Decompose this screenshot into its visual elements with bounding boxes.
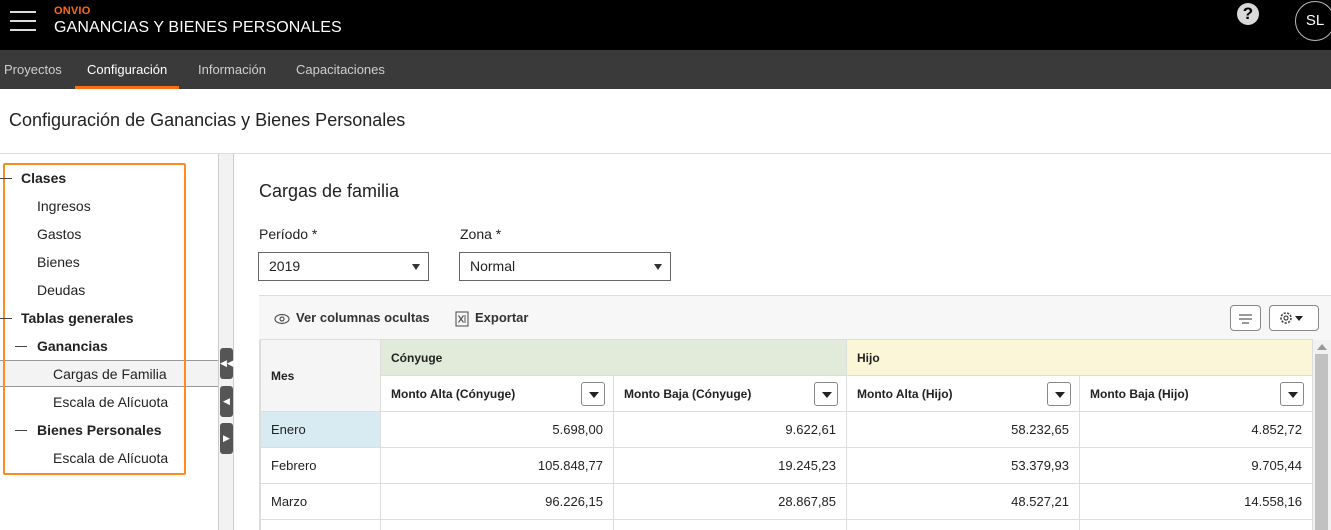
cargas-familia-grid: Mes Cónyuge Hijo Monto Alta (Cónyuge) Mo…	[260, 339, 1313, 530]
cell-value[interactable]: 105.848,77	[380, 447, 614, 484]
grid-settings-button[interactable]	[1269, 305, 1319, 331]
tab-capacitaciones[interactable]: Capacitaciones	[292, 50, 389, 89]
tree-item-clases[interactable]: Clases	[21, 170, 66, 186]
cell-mes[interactable]: Marzo	[260, 483, 381, 520]
cell-value[interactable]: 53.379,93	[846, 447, 1080, 484]
cell-value[interactable]	[846, 519, 1080, 530]
scrollbar-thumb[interactable]	[1315, 354, 1328, 530]
cell-mes[interactable]: Enero	[260, 411, 381, 448]
tab-proyectos[interactable]: Proyectos	[0, 50, 66, 89]
table-row[interactable]: Enero 5.698,00 9.622,61 58.232,65 4.852,…	[260, 411, 1313, 448]
density-button[interactable]	[1230, 305, 1261, 331]
main-nav: Proyectos Configuración Información Capa…	[0, 50, 1331, 89]
section-title: Cargas de familia	[259, 181, 400, 201]
export-label: Exportar	[475, 310, 529, 325]
cell-value[interactable]: 48.527,21	[846, 483, 1080, 520]
grid-toolbar: Ver columnas ocultas Exportar	[259, 296, 1331, 340]
table-row[interactable]: Marzo 96.226,15 28.867,85 48.527,21 14.5…	[260, 483, 1313, 520]
header-label: Monto Alta (Cónyuge)	[391, 386, 516, 401]
header-monto-alta-hijo[interactable]: Monto Alta (Hijo)	[846, 375, 1080, 412]
periodo-label: Período *	[259, 226, 318, 242]
tree-line	[0, 178, 12, 179]
scroll-up-icon[interactable]	[1317, 344, 1327, 350]
cell-value[interactable]: 14.558,16	[1079, 483, 1313, 520]
periodo-value: 2019	[269, 258, 301, 274]
tab-configuracion[interactable]: Configuración	[75, 50, 180, 89]
show-hidden-columns-button[interactable]: Ver columnas ocultas	[274, 296, 430, 340]
tree-item-escala-alicuota-bp[interactable]: Escala de Alícuota	[53, 450, 168, 466]
app-header: ONVIO GANANCIAS Y BIENES PERSONALES ? SL	[0, 0, 1331, 50]
user-avatar[interactable]: SL	[1295, 1, 1331, 41]
zona-select[interactable]: Normal	[459, 252, 671, 281]
collapse-all-icon[interactable]: ◀◀	[220, 348, 234, 379]
header-monto-alta-conyuge[interactable]: Monto Alta (Cónyuge)	[380, 375, 614, 412]
tab-informacion[interactable]: Información	[194, 50, 270, 89]
tree-item-bienes-personales[interactable]: Bienes Personales	[37, 422, 162, 438]
periodo-select[interactable]: 2019	[258, 252, 429, 281]
header-group-conyuge: Cónyuge	[380, 339, 847, 376]
tree-item-deudas[interactable]: Deudas	[37, 282, 85, 298]
tree-line	[15, 346, 27, 347]
header-label: Monto Baja (Cónyuge)	[624, 386, 752, 401]
tree-item-ganancias[interactable]: Ganancias	[37, 338, 108, 354]
tree-line	[15, 430, 27, 431]
cell-value[interactable]: 9.622,61	[613, 411, 847, 448]
header-monto-baja-hijo[interactable]: Monto Baja (Hijo)	[1079, 375, 1313, 412]
tree-item-bienes[interactable]: Bienes	[37, 254, 80, 270]
header-label: Monto Baja (Hijo)	[1090, 386, 1189, 401]
cell-value[interactable]: 28.867,85	[613, 483, 847, 520]
cell-value[interactable]	[380, 519, 614, 530]
divider	[0, 153, 1331, 154]
chevron-down-icon	[412, 264, 420, 270]
grid-scrollbar[interactable]	[1313, 340, 1331, 530]
cell-value[interactable]	[1079, 519, 1313, 530]
tree-item-gastos[interactable]: Gastos	[37, 226, 81, 242]
column-menu-button[interactable]	[1047, 382, 1071, 406]
zona-value: Normal	[470, 258, 516, 274]
cell-value[interactable]: 5.698,00	[380, 411, 614, 448]
cell-mes[interactable]	[260, 519, 381, 530]
help-icon[interactable]: ?	[1237, 3, 1259, 25]
table-row[interactable]: Febrero 105.848,77 19.245,23 53.379,93 9…	[260, 447, 1313, 484]
chevron-down-icon	[654, 264, 662, 270]
header-mes[interactable]: Mes	[260, 339, 381, 412]
column-menu-button[interactable]	[581, 382, 605, 406]
export-button[interactable]: Exportar	[455, 296, 528, 340]
brand-logo: ONVIO	[54, 5, 91, 17]
cell-value[interactable]: 96.226,15	[380, 483, 614, 520]
header-monto-baja-conyuge[interactable]: Monto Baja (Cónyuge)	[613, 375, 847, 412]
show-hidden-columns-label: Ver columnas ocultas	[296, 310, 430, 325]
cell-value[interactable]: 4.852,72	[1079, 411, 1313, 448]
header-group-hijo: Hijo	[846, 339, 1313, 376]
table-row[interactable]	[260, 519, 1313, 530]
cell-value[interactable]: 9.705,44	[1079, 447, 1313, 484]
app-title: GANANCIAS Y BIENES PERSONALES	[54, 19, 342, 36]
panel-splitter[interactable]	[218, 154, 234, 530]
column-menu-button[interactable]	[1280, 382, 1304, 406]
tree-item-cargas-familia[interactable]: Cargas de Familia	[53, 366, 167, 382]
gear-icon	[1280, 312, 1303, 324]
cell-value[interactable]: 19.245,23	[613, 447, 847, 484]
excel-icon	[455, 311, 469, 327]
tree-item-tablas-generales[interactable]: Tablas generales	[21, 310, 134, 326]
expand-right-icon[interactable]: ▶	[220, 423, 233, 454]
tree-line	[0, 318, 12, 319]
zona-label: Zona *	[460, 226, 502, 242]
tree-item-escala-alicuota[interactable]: Escala de Alícuota	[53, 394, 168, 410]
cell-mes[interactable]: Febrero	[260, 447, 381, 484]
collapse-left-icon[interactable]: ◀	[220, 386, 233, 417]
page-title: Configuración de Ganancias y Bienes Pers…	[9, 110, 406, 130]
eye-icon	[274, 313, 290, 324]
cell-value[interactable]: 58.232,65	[846, 411, 1080, 448]
tree-item-ingresos[interactable]: Ingresos	[37, 198, 91, 214]
cell-value[interactable]	[613, 519, 847, 530]
menu-icon[interactable]	[10, 9, 36, 33]
list-icon	[1239, 314, 1252, 324]
column-menu-button[interactable]	[814, 382, 838, 406]
header-label: Monto Alta (Hijo)	[857, 386, 953, 401]
